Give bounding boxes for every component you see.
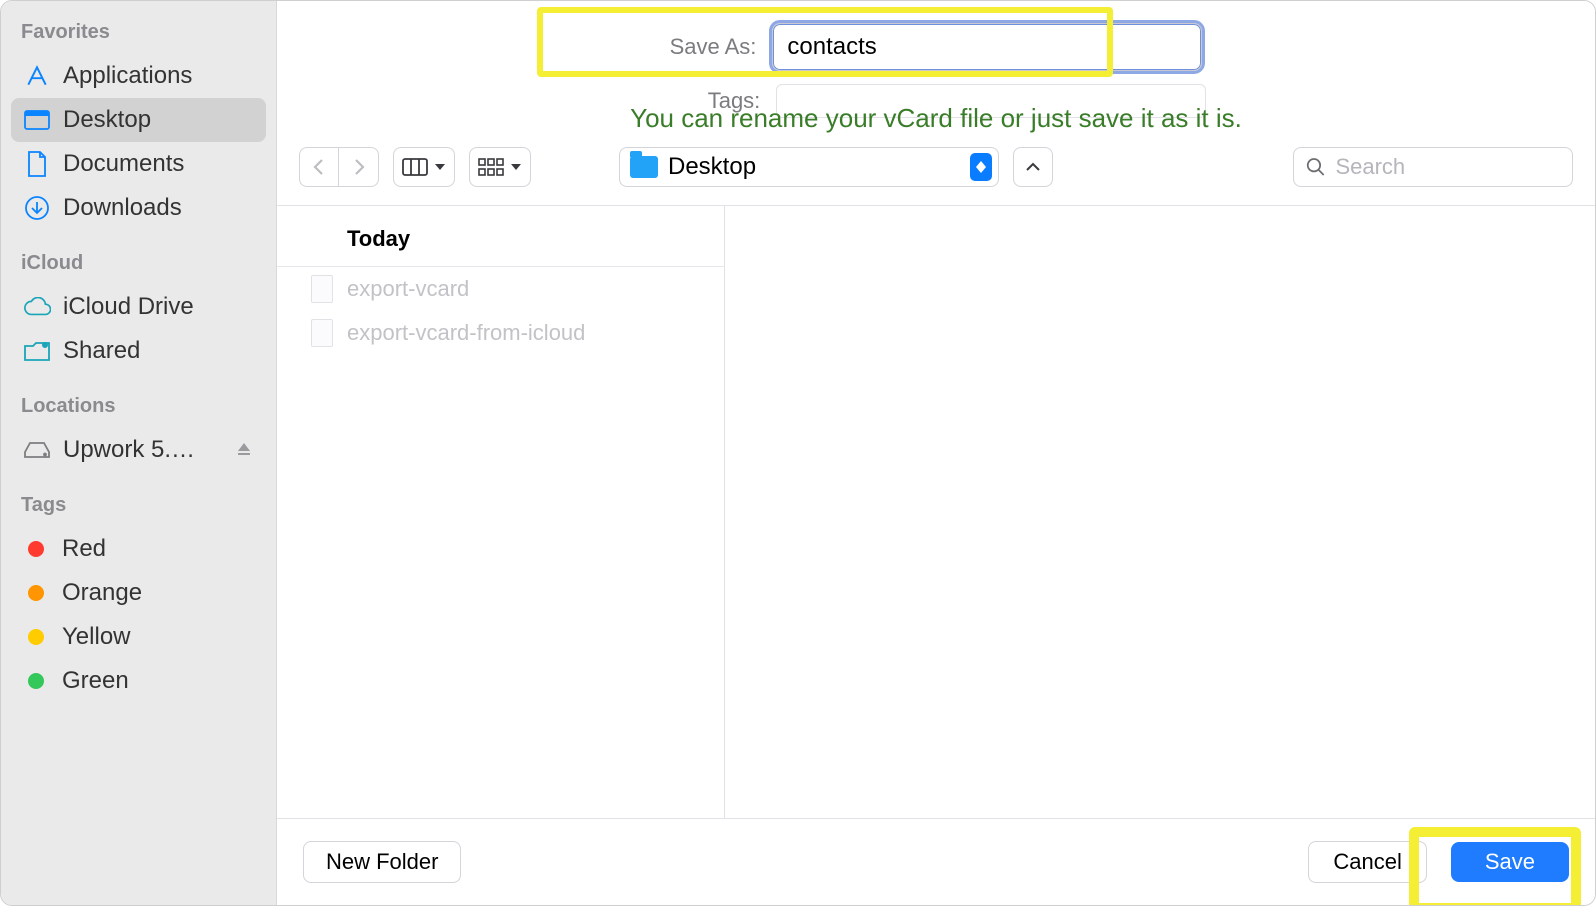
sidebar-section-tags: Tags xyxy=(11,472,266,527)
sidebar-item-label: Applications xyxy=(63,62,192,90)
sidebar-item-external-disk[interactable]: Upwork 5.… xyxy=(11,428,266,472)
file-name: export-vcard-from-icloud xyxy=(347,320,585,346)
collapse-button[interactable] xyxy=(1013,147,1053,187)
file-browser: Today export-vcard export-vcard-from-icl… xyxy=(277,205,1595,818)
document-icon xyxy=(23,150,51,178)
sidebar-item-label: Downloads xyxy=(63,194,182,222)
column-group-header: Today xyxy=(277,206,724,267)
sidebar-item-label: Red xyxy=(62,535,106,563)
search-input[interactable] xyxy=(1335,154,1560,180)
tag-dot-icon xyxy=(28,541,44,557)
sidebar-item-label: Yellow xyxy=(62,623,131,651)
chevron-down-icon xyxy=(510,162,522,172)
tag-dot-icon xyxy=(28,629,44,645)
save-as-label: Save As: xyxy=(670,34,757,60)
group-by-button[interactable] xyxy=(469,147,531,187)
group-icon xyxy=(478,158,504,176)
sidebar-item-tag-orange[interactable]: Orange xyxy=(11,571,266,615)
file-row[interactable]: export-vcard-from-icloud xyxy=(277,311,724,355)
chevron-up-icon xyxy=(1025,161,1041,173)
location-label: Desktop xyxy=(668,153,960,181)
sidebar-item-label: iCloud Drive xyxy=(63,293,194,321)
file-icon xyxy=(311,275,333,303)
apps-icon xyxy=(23,62,51,90)
dialog-footer: New Folder Cancel Save xyxy=(277,818,1595,905)
sidebar-item-tag-yellow[interactable]: Yellow xyxy=(11,615,266,659)
save-button[interactable]: Save xyxy=(1451,842,1569,882)
save-as-row: Save As: xyxy=(277,1,1595,73)
eject-icon[interactable] xyxy=(236,441,254,459)
sidebar-item-shared[interactable]: Shared xyxy=(11,329,266,373)
sidebar-item-label: Upwork 5.… xyxy=(63,436,195,464)
tag-dot-icon xyxy=(28,585,44,601)
sidebar-item-desktop[interactable]: Desktop xyxy=(11,98,266,142)
sidebar-item-tag-red[interactable]: Red xyxy=(11,527,266,571)
sidebar-item-icloud-drive[interactable]: iCloud Drive xyxy=(11,285,266,329)
sidebar-item-label: Orange xyxy=(62,579,142,607)
sidebar-section-locations: Locations xyxy=(11,373,266,428)
forward-button[interactable] xyxy=(339,147,379,187)
annotation-text: You can rename your vCard file or just s… xyxy=(277,103,1595,134)
sidebar-item-label: Shared xyxy=(63,337,140,365)
save-dialog-window: Favorites Applications Desktop Documents… xyxy=(0,0,1596,906)
cancel-button[interactable]: Cancel xyxy=(1308,841,1426,883)
desktop-icon xyxy=(23,106,51,134)
folder-icon xyxy=(630,156,658,178)
back-button[interactable] xyxy=(299,147,339,187)
disk-icon xyxy=(23,436,51,464)
cloud-icon xyxy=(23,293,51,321)
location-select[interactable]: Desktop xyxy=(619,147,999,187)
columns-icon xyxy=(402,158,428,176)
save-as-input[interactable] xyxy=(772,23,1202,71)
sidebar-item-tag-green[interactable]: Green xyxy=(11,659,266,703)
search-icon xyxy=(1306,156,1325,178)
tag-dot-icon xyxy=(28,673,44,689)
sidebar: Favorites Applications Desktop Documents… xyxy=(1,1,277,905)
sidebar-item-applications[interactable]: Applications xyxy=(11,54,266,98)
file-name: export-vcard xyxy=(347,276,469,302)
file-row[interactable]: export-vcard xyxy=(277,267,724,311)
file-icon xyxy=(311,319,333,347)
new-folder-button[interactable]: New Folder xyxy=(303,841,461,883)
location-stepper-icon xyxy=(970,153,992,181)
search-field[interactable] xyxy=(1293,147,1573,187)
sidebar-item-label: Documents xyxy=(63,150,184,178)
file-column: Today export-vcard export-vcard-from-icl… xyxy=(277,206,725,818)
download-icon xyxy=(23,194,51,222)
nav-back-forward xyxy=(299,147,379,187)
view-columns-button[interactable] xyxy=(393,147,455,187)
shared-folder-icon xyxy=(23,337,51,365)
sidebar-section-favorites: Favorites xyxy=(11,15,266,54)
sidebar-section-icloud: iCloud xyxy=(11,230,266,285)
sidebar-item-label: Desktop xyxy=(63,106,151,134)
sidebar-item-downloads[interactable]: Downloads xyxy=(11,186,266,230)
sidebar-item-label: Green xyxy=(62,667,129,695)
chevron-down-icon xyxy=(434,162,446,172)
tags-row: Tags: You can rename your vCard file or … xyxy=(277,81,1595,121)
sidebar-item-documents[interactable]: Documents xyxy=(11,142,266,186)
main-panel: Save As: Tags: You can rename your vCard… xyxy=(277,1,1595,905)
preview-column xyxy=(725,206,1595,818)
